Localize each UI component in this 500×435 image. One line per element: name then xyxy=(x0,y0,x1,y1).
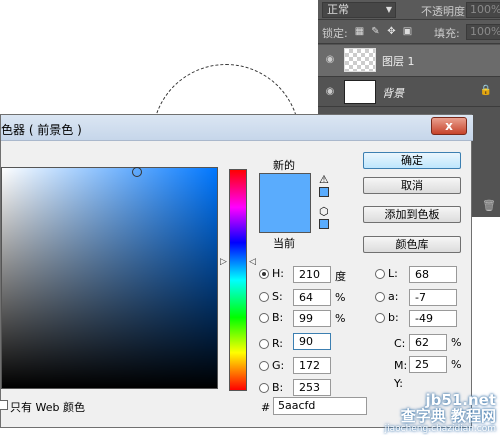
layer-row-background[interactable]: ◉ 背景 🔒 xyxy=(318,77,500,107)
add-to-swatches-button[interactable]: 添加到色板 xyxy=(363,206,461,223)
b-input[interactable]: 99 xyxy=(293,310,331,327)
current-color-label: 当前 xyxy=(273,237,295,250)
color-field[interactable] xyxy=(1,167,218,389)
lock-position-icon[interactable]: ✥ xyxy=(386,26,397,37)
l-input[interactable]: 68 xyxy=(409,266,457,283)
eye-icon[interactable]: ◉ xyxy=(324,87,336,97)
color-picker-dialog: 色器 ( 前景色 ) x ▷ ◁ 新的 当前 ⚠ ⬡ 确定 取消 添加到色板 颜… xyxy=(0,114,473,428)
opacity-label: 不透明度: xyxy=(421,5,469,18)
blue-input[interactable]: 253 xyxy=(293,379,331,396)
c-input[interactable]: 62 xyxy=(409,334,447,351)
m-unit: % xyxy=(451,358,462,371)
watermark-line-3: jiaocheng.chazidian.com xyxy=(384,424,496,434)
gamut-warning-icon[interactable]: ⚠ xyxy=(319,173,329,186)
radio-g[interactable] xyxy=(259,361,269,371)
new-color-swatch xyxy=(259,173,311,203)
current-color-swatch[interactable] xyxy=(259,203,311,233)
layer-thumbnail xyxy=(344,48,376,72)
a-input[interactable]: -7 xyxy=(409,289,457,306)
h-input[interactable]: 210 xyxy=(293,266,331,283)
radio-lab-b[interactable] xyxy=(375,313,385,323)
fill-input[interactable]: 100% xyxy=(466,24,500,40)
hue-slider-right-arrow-icon[interactable]: ◁ xyxy=(249,257,256,267)
lock-pixels-icon[interactable]: ✎ xyxy=(370,26,381,37)
new-color-label: 新的 xyxy=(273,159,295,172)
radio-h[interactable] xyxy=(259,269,269,279)
web-safe-swatch[interactable] xyxy=(319,219,329,229)
gamut-swatch[interactable] xyxy=(319,187,329,197)
web-only-checkbox[interactable] xyxy=(0,400,8,410)
lab-b-label: b: xyxy=(388,311,399,324)
g-input[interactable]: 172 xyxy=(293,357,331,374)
fill-label: 填充: xyxy=(434,27,460,40)
hex-input[interactable]: 5aacfd xyxy=(273,397,367,415)
watermark: jb51.net 查字典 教程网 jiaocheng.chazidian.com xyxy=(356,391,500,434)
trash-icon[interactable]: 🗑 xyxy=(482,199,496,212)
blend-row: 正常 ▼ 不透明度: 100% xyxy=(318,0,500,20)
h-label: H: xyxy=(272,267,284,280)
s-unit: % xyxy=(335,291,346,304)
radio-blue[interactable] xyxy=(259,383,269,393)
blend-mode-value: 正常 xyxy=(327,3,349,16)
radio-a[interactable] xyxy=(375,292,385,302)
cancel-button[interactable]: 取消 xyxy=(363,177,461,194)
blend-mode-select[interactable]: 正常 ▼ xyxy=(322,2,396,18)
ok-button[interactable]: 确定 xyxy=(363,152,461,169)
r-input[interactable]: 90 xyxy=(293,333,331,350)
chevron-down-icon: ▼ xyxy=(385,5,392,14)
c-unit: % xyxy=(451,336,462,349)
dialog-titlebar[interactable]: 色器 ( 前景色 ) x xyxy=(1,115,473,141)
b-unit: % xyxy=(335,312,346,325)
lab-b-input[interactable]: -49 xyxy=(409,310,457,327)
hue-slider-left-arrow-icon[interactable]: ▷ xyxy=(220,257,227,267)
hex-hash-label: # xyxy=(261,401,271,414)
lock-row: 锁定: ▦ ✎ ✥ ▣ 填充: 100% xyxy=(318,20,500,44)
a-label: a: xyxy=(388,290,399,303)
lock-all-icon[interactable]: ▣ xyxy=(402,26,413,37)
c-label: C: xyxy=(394,337,406,350)
close-button[interactable]: x xyxy=(431,117,467,135)
canvas-area[interactable] xyxy=(0,0,318,212)
b-label: B: xyxy=(272,311,284,324)
m-input[interactable]: 25 xyxy=(409,356,447,373)
radio-r[interactable] xyxy=(259,339,269,349)
s-label: S: xyxy=(272,290,283,303)
color-field-marker[interactable] xyxy=(132,167,142,177)
h-unit: 度 xyxy=(335,270,346,283)
s-input[interactable]: 64 xyxy=(293,289,331,306)
opacity-input[interactable]: 100% xyxy=(466,2,500,18)
layer-thumbnail xyxy=(344,80,376,104)
layer-name: 图层 1 xyxy=(382,55,415,68)
l-label: L: xyxy=(388,267,398,280)
radio-b[interactable] xyxy=(259,313,269,323)
m-label: M: xyxy=(394,359,408,372)
lock-label: 锁定: xyxy=(322,27,348,40)
watermark-line-1: jb51.net xyxy=(425,391,496,409)
hue-slider[interactable] xyxy=(229,169,247,391)
web-safe-cube-icon[interactable]: ⬡ xyxy=(319,205,329,218)
g-label: G: xyxy=(272,359,285,372)
dialog-title: 色器 ( 前景色 ) xyxy=(1,123,82,137)
r-label: R: xyxy=(272,337,284,350)
radio-s[interactable] xyxy=(259,292,269,302)
radio-l[interactable] xyxy=(375,269,385,279)
lock-transparency-icon[interactable]: ▦ xyxy=(354,26,365,37)
lock-icon: 🔒 xyxy=(479,85,492,96)
y-label: Y: xyxy=(394,377,403,390)
watermark-line-2: 查字典 教程网 xyxy=(400,407,496,425)
web-only-label: 只有 Web 颜色 xyxy=(10,401,85,414)
layer-row-layer-1[interactable]: ◉ 图层 1 xyxy=(318,45,500,77)
blue-label: B: xyxy=(272,381,284,394)
layer-name: 背景 xyxy=(382,87,404,100)
color-libraries-button[interactable]: 颜色库 xyxy=(363,236,461,253)
eye-icon[interactable]: ◉ xyxy=(324,55,336,65)
